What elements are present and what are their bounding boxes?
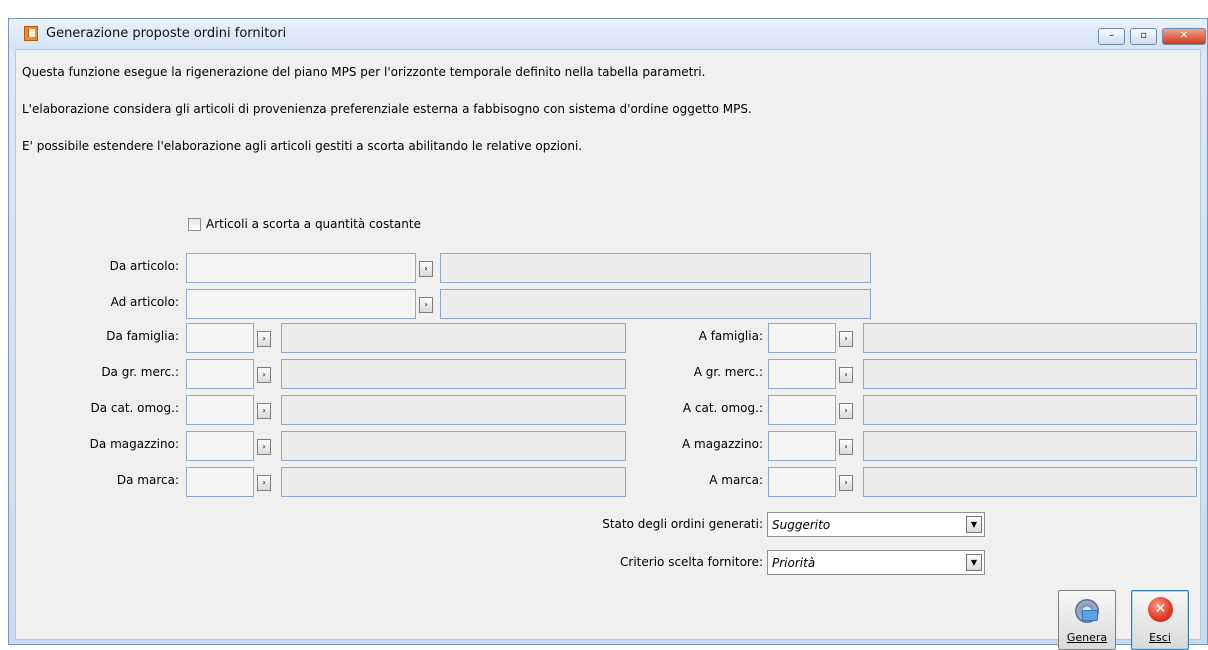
a-marca-description bbox=[863, 467, 1197, 497]
a-famiglia-field[interactable] bbox=[768, 323, 836, 353]
genera-button[interactable]: Genera bbox=[1058, 590, 1116, 650]
da-marca-label: Da marca: bbox=[116, 473, 179, 487]
esci-button-label: Esci bbox=[1149, 631, 1171, 644]
a-cat-omog-zoom-button[interactable]: › bbox=[839, 403, 853, 419]
document-icon bbox=[24, 26, 38, 41]
a-famiglia-zoom-button[interactable]: › bbox=[839, 331, 853, 347]
da-magazzino-zoom-button[interactable]: › bbox=[257, 439, 271, 455]
a-gr-merc-zoom-button[interactable]: › bbox=[839, 367, 853, 383]
da-marca-field[interactable] bbox=[186, 467, 254, 497]
title-bar[interactable]: Generazione proposte ordini fornitori – … bbox=[9, 19, 1207, 49]
da-famiglia-description bbox=[281, 323, 626, 353]
da-magazzino-label: Da magazzino: bbox=[89, 437, 179, 451]
da-cat-omog-zoom-button[interactable]: › bbox=[257, 403, 271, 419]
info-line-2: L'elaborazione considera gli articoli di… bbox=[22, 102, 752, 116]
esci-button[interactable]: ✕ Esci bbox=[1131, 590, 1189, 650]
a-gr-merc-field[interactable] bbox=[768, 359, 836, 389]
da-articolo-field[interactable] bbox=[186, 253, 416, 283]
genera-button-label: Genera bbox=[1066, 631, 1108, 644]
close-circle-icon: ✕ bbox=[1148, 597, 1173, 622]
da-gr-merc-zoom-button[interactable]: › bbox=[257, 367, 271, 383]
a-magazzino-zoom-button[interactable]: › bbox=[839, 439, 853, 455]
window-title: Generazione proposte ordini fornitori bbox=[46, 26, 287, 41]
da-marca-zoom-button[interactable]: › bbox=[257, 475, 271, 491]
a-marca-label: A marca: bbox=[709, 473, 763, 487]
a-famiglia-description bbox=[863, 323, 1197, 353]
dialog-body: Questa funzione esegue la rigenerazione … bbox=[15, 49, 1201, 650]
gear-icon bbox=[1075, 599, 1099, 623]
stato-ordini-value: Suggerito bbox=[772, 518, 831, 532]
dialog-window: Generazione proposte ordini fornitori – … bbox=[8, 18, 1208, 650]
stato-ordini-select[interactable]: Suggerito ▼ bbox=[767, 512, 985, 537]
a-magazzino-label: A magazzino: bbox=[682, 437, 763, 451]
da-articolo-description bbox=[440, 253, 871, 283]
da-famiglia-zoom-button[interactable]: › bbox=[257, 331, 271, 347]
a-marca-zoom-button[interactable]: › bbox=[839, 475, 853, 491]
a-cat-omog-description bbox=[863, 395, 1197, 425]
close-window-button[interactable]: ✕ bbox=[1162, 28, 1206, 45]
ad-articolo-label: Ad articolo: bbox=[110, 295, 179, 309]
da-cat-omog-field[interactable] bbox=[186, 395, 254, 425]
da-marca-description bbox=[281, 467, 626, 497]
maximize-button[interactable]: ▫ bbox=[1130, 28, 1157, 45]
da-cat-omog-description bbox=[281, 395, 626, 425]
da-gr-merc-description bbox=[281, 359, 626, 389]
a-cat-omog-label: A cat. omog.: bbox=[682, 401, 763, 415]
da-cat-omog-label: Da cat. omog.: bbox=[90, 401, 179, 415]
da-gr-merc-label: Da gr. merc.: bbox=[101, 365, 179, 379]
articoli-scorta-label: Articoli a scorta a quantità costante bbox=[206, 217, 421, 231]
a-magazzino-field[interactable] bbox=[768, 431, 836, 461]
chevron-down-icon[interactable]: ▼ bbox=[966, 516, 982, 533]
a-gr-merc-label: A gr. merc.: bbox=[693, 365, 763, 379]
stato-ordini-label: Stato degli ordini generati: bbox=[602, 517, 763, 531]
info-line-3: E' possibile estendere l'elaborazione ag… bbox=[22, 139, 583, 153]
criterio-fornitore-select[interactable]: Priorità ▼ bbox=[767, 550, 985, 575]
da-famiglia-label: Da famiglia: bbox=[106, 329, 179, 343]
ad-articolo-zoom-button[interactable]: › bbox=[419, 297, 433, 313]
a-gr-merc-description bbox=[863, 359, 1197, 389]
criterio-fornitore-value: Priorità bbox=[772, 556, 816, 570]
chevron-down-icon[interactable]: ▼ bbox=[966, 554, 982, 571]
info-line-1: Questa funzione esegue la rigenerazione … bbox=[22, 65, 706, 79]
da-articolo-label: Da articolo: bbox=[109, 259, 179, 273]
da-famiglia-field[interactable] bbox=[186, 323, 254, 353]
a-marca-field[interactable] bbox=[768, 467, 836, 497]
a-magazzino-description bbox=[863, 431, 1197, 461]
a-famiglia-label: A famiglia: bbox=[698, 329, 763, 343]
ad-articolo-field[interactable] bbox=[186, 289, 416, 319]
ad-articolo-description bbox=[440, 289, 871, 319]
da-articolo-zoom-button[interactable]: › bbox=[419, 261, 433, 277]
da-gr-merc-field[interactable] bbox=[186, 359, 254, 389]
articoli-scorta-checkbox[interactable] bbox=[188, 218, 201, 231]
minimize-button[interactable]: – bbox=[1098, 28, 1125, 45]
criterio-fornitore-label: Criterio scelta fornitore: bbox=[620, 555, 763, 569]
a-cat-omog-field[interactable] bbox=[768, 395, 836, 425]
da-magazzino-field[interactable] bbox=[186, 431, 254, 461]
da-magazzino-description bbox=[281, 431, 626, 461]
